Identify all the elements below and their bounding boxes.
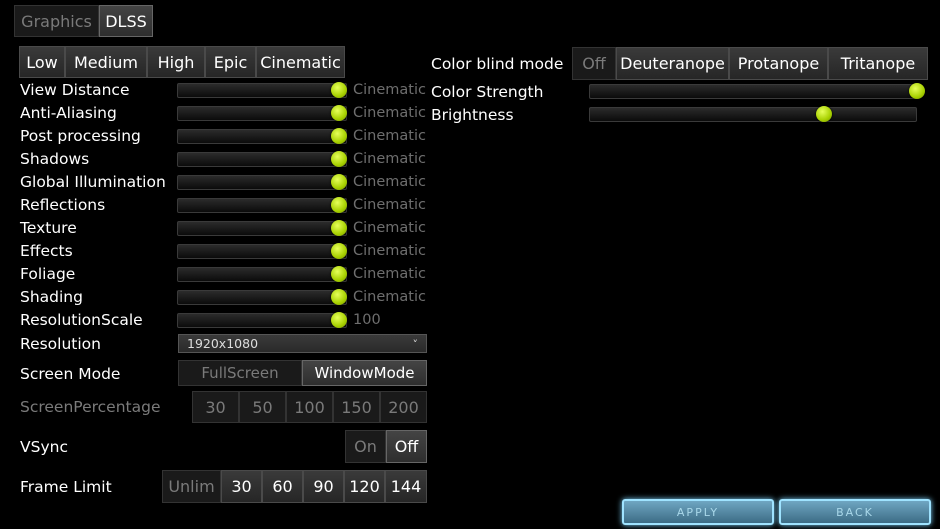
- view-distance-value: Cinematic: [353, 82, 426, 98]
- foliage-value: Cinematic: [353, 266, 426, 282]
- reflections-slider[interactable]: [177, 198, 347, 213]
- screen-percentage-label: ScreenPercentage: [20, 398, 161, 416]
- foliage-slider[interactable]: [177, 267, 347, 282]
- color-strength-slider-handle[interactable]: [909, 83, 925, 99]
- color-blind-mode-label: Color blind mode: [431, 55, 564, 73]
- anti-aliasing-label: Anti-Aliasing: [20, 104, 117, 122]
- back-button[interactable]: BACK: [779, 499, 931, 525]
- view-distance-slider-handle[interactable]: [331, 82, 347, 98]
- tab-dlss[interactable]: DLSS: [99, 5, 153, 37]
- vsync-label: VSync: [20, 438, 68, 456]
- shadows-value: Cinematic: [353, 151, 426, 167]
- resolution-label: Resolution: [20, 335, 101, 353]
- view-distance-slider[interactable]: [177, 83, 347, 98]
- shading-slider-handle[interactable]: [331, 289, 347, 305]
- preset-high-button[interactable]: High: [147, 46, 205, 78]
- anti-aliasing-slider-handle[interactable]: [331, 105, 347, 121]
- effects-value: Cinematic: [353, 243, 426, 259]
- post-processing-slider-handle[interactable]: [331, 128, 347, 144]
- color-blind-tritanope-button[interactable]: Tritanope: [828, 47, 928, 80]
- shadows-slider-handle[interactable]: [331, 151, 347, 167]
- frame-limit-30-button[interactable]: 30: [221, 470, 262, 503]
- effects-slider-handle[interactable]: [331, 243, 347, 259]
- screen-percentage-50-button[interactable]: 50: [239, 391, 286, 423]
- tab-graphics[interactable]: Graphics: [14, 5, 99, 37]
- frame-limit-144-button[interactable]: 144: [385, 470, 427, 503]
- global-illumination-value: Cinematic: [353, 174, 426, 190]
- texture-slider-handle[interactable]: [331, 220, 347, 236]
- frame-limit-unlim-button[interactable]: Unlim: [162, 470, 221, 503]
- anti-aliasing-value: Cinematic: [353, 105, 426, 121]
- screen-mode-windowmode-button[interactable]: WindowMode: [302, 360, 427, 386]
- preset-low-button[interactable]: Low: [19, 46, 65, 78]
- preset-cinematic-button[interactable]: Cinematic: [256, 46, 345, 78]
- frame-limit-90-button[interactable]: 90: [303, 470, 344, 503]
- screen-percentage-150-button[interactable]: 150: [333, 391, 380, 423]
- resolutionscale-slider[interactable]: [177, 313, 347, 328]
- global-illumination-label: Global Illumination: [20, 173, 166, 191]
- view-distance-label: View Distance: [20, 81, 130, 99]
- screen-percentage-30-button[interactable]: 30: [192, 391, 239, 423]
- frame-limit-60-button[interactable]: 60: [262, 470, 303, 503]
- preset-epic-button[interactable]: Epic: [205, 46, 256, 78]
- screen-percentage-200-button[interactable]: 200: [380, 391, 427, 423]
- reflections-label: Reflections: [20, 196, 106, 214]
- effects-slider[interactable]: [177, 244, 347, 259]
- post-processing-label: Post processing: [20, 127, 141, 145]
- screen-mode-fullscreen-button[interactable]: FullScreen: [178, 360, 302, 386]
- shading-value: Cinematic: [353, 289, 426, 305]
- resolution-value: 1920x1080: [187, 336, 259, 351]
- post-processing-value: Cinematic: [353, 128, 426, 144]
- shadows-label: Shadows: [20, 150, 90, 168]
- shading-label: Shading: [20, 288, 83, 306]
- color-strength-slider[interactable]: [589, 84, 917, 99]
- apply-button[interactable]: APPLY: [622, 499, 774, 525]
- anti-aliasing-slider[interactable]: [177, 106, 347, 121]
- preset-medium-button[interactable]: Medium: [65, 46, 147, 78]
- resolution-dropdown[interactable]: 1920x1080 ˅: [178, 334, 427, 353]
- frame-limit-120-button[interactable]: 120: [344, 470, 385, 503]
- resolutionscale-slider-handle[interactable]: [331, 312, 347, 328]
- vsync-off-button[interactable]: Off: [386, 430, 427, 463]
- color-blind-off-button[interactable]: Off: [572, 47, 616, 80]
- frame-limit-label: Frame Limit: [20, 478, 112, 496]
- color-strength-label: Color Strength: [431, 83, 544, 101]
- texture-value: Cinematic: [353, 220, 426, 236]
- shading-slider[interactable]: [177, 290, 347, 305]
- screen-percentage-100-button[interactable]: 100: [286, 391, 333, 423]
- foliage-label: Foliage: [20, 265, 76, 283]
- shadows-slider[interactable]: [177, 152, 347, 167]
- brightness-slider[interactable]: [589, 107, 917, 122]
- effects-label: Effects: [20, 242, 73, 260]
- reflections-value: Cinematic: [353, 197, 426, 213]
- screen-mode-label: Screen Mode: [20, 365, 121, 383]
- color-blind-protanope-button[interactable]: Protanope: [729, 47, 828, 80]
- chevron-down-icon: ˅: [412, 338, 419, 351]
- resolutionscale-label: ResolutionScale: [20, 311, 143, 329]
- brightness-label: Brightness: [431, 106, 514, 124]
- reflections-slider-handle[interactable]: [331, 197, 347, 213]
- vsync-on-button[interactable]: On: [345, 430, 386, 463]
- foliage-slider-handle[interactable]: [331, 266, 347, 282]
- resolutionscale-value: 100: [353, 312, 381, 328]
- global-illumination-slider-handle[interactable]: [331, 174, 347, 190]
- texture-label: Texture: [20, 219, 77, 237]
- color-blind-deuteranope-button[interactable]: Deuteranope: [616, 47, 729, 80]
- post-processing-slider[interactable]: [177, 129, 347, 144]
- texture-slider[interactable]: [177, 221, 347, 236]
- global-illumination-slider[interactable]: [177, 175, 347, 190]
